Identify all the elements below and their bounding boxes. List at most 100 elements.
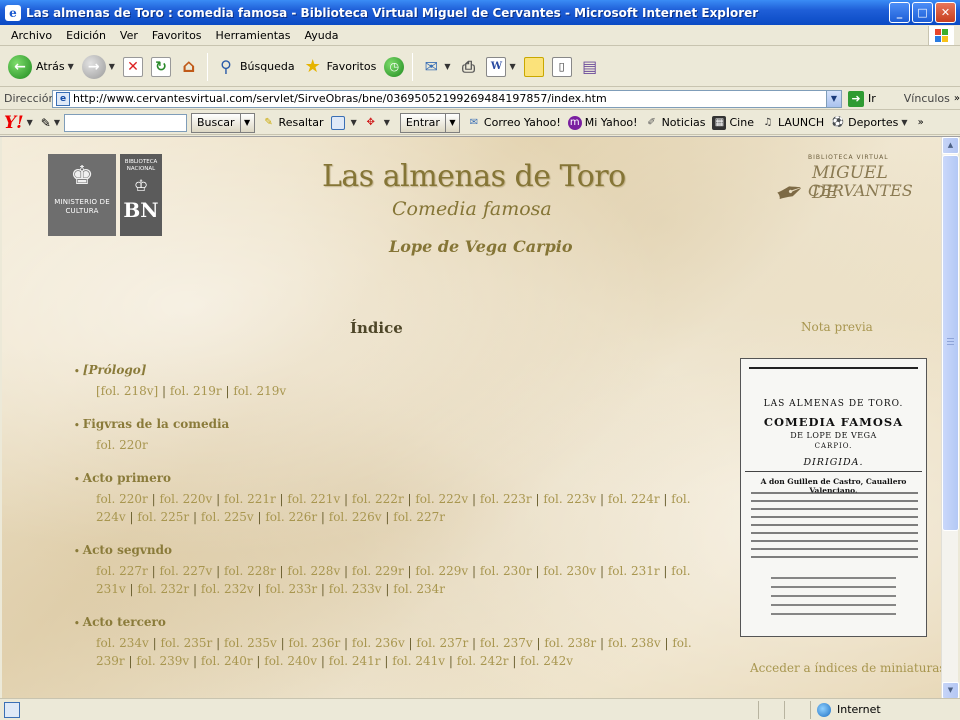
- folio-link[interactable]: fol. 237r: [416, 636, 468, 650]
- folio-link[interactable]: fol. 225v: [201, 510, 254, 524]
- search-button[interactable]: ⚲ Búsqueda: [212, 50, 299, 84]
- folio-link[interactable]: fol. 238v: [608, 636, 661, 650]
- back-button[interactable]: ← Atrás ▼: [4, 50, 78, 84]
- yahoo-menu-dropdown-icon[interactable]: ▼: [27, 118, 33, 127]
- folio-link[interactable]: fol. 222r: [352, 492, 404, 506]
- forward-dropdown-icon[interactable]: ▼: [109, 62, 115, 71]
- popup-button[interactable]: ✥ ▼: [364, 116, 390, 130]
- messenger-button[interactable]: ▯: [548, 50, 576, 84]
- cinema-link[interactable]: ▦ Cine: [712, 115, 754, 130]
- folio-link[interactable]: fol. 232v: [201, 582, 254, 596]
- folio-link[interactable]: fol. 220r: [96, 438, 148, 452]
- discuss-button[interactable]: [520, 50, 548, 84]
- folio-link[interactable]: fol. 235r: [161, 636, 213, 650]
- folio-link[interactable]: fol. 231r: [608, 564, 660, 578]
- folio-link[interactable]: fol. 229r: [352, 564, 404, 578]
- folio-link[interactable]: fol. 240v: [264, 654, 317, 668]
- folio-link[interactable]: fol. 224r: [608, 492, 660, 506]
- folio-link[interactable]: fol. 238r: [544, 636, 596, 650]
- folio-link[interactable]: fol. 223v: [543, 492, 596, 506]
- folio-link[interactable]: fol. 239v: [136, 654, 189, 668]
- pencil-dropdown-icon[interactable]: ▼: [54, 118, 60, 127]
- biblioteca-nacional-logo[interactable]: BIBLIOTECA NACIONAL ♔ BN: [120, 154, 162, 236]
- mail-button[interactable]: ✉ ▼: [417, 50, 454, 84]
- folio-link[interactable]: fol. 229v: [415, 564, 468, 578]
- close-button[interactable]: ✕: [935, 2, 956, 23]
- mail-dropdown-icon[interactable]: ▼: [444, 62, 450, 71]
- enter-dropdown-icon[interactable]: ▼: [445, 112, 460, 133]
- index-section-title[interactable]: • Acto primero: [74, 471, 704, 485]
- address-url[interactable]: http://www.cervantesvirtual.com/servlet/…: [73, 92, 826, 105]
- sports-link[interactable]: ⚽ Deportes ▼: [831, 116, 908, 130]
- ie-app-icon[interactable]: e: [5, 4, 21, 21]
- security-zone[interactable]: Internet: [810, 700, 960, 719]
- folio-link[interactable]: fol. 219v: [233, 384, 286, 398]
- minimize-button[interactable]: _: [889, 2, 910, 23]
- research-button[interactable]: ▤: [576, 50, 604, 84]
- links-chevron-icon[interactable]: »: [954, 93, 960, 104]
- favorites-button[interactable]: ★ Favoritos: [299, 50, 381, 84]
- ministerio-cultura-logo[interactable]: ♚ MINISTERIO DE CULTURA: [48, 154, 116, 236]
- enter-button[interactable]: Entrar: [399, 112, 446, 133]
- history-button[interactable]: ◷: [380, 50, 408, 84]
- edit-dropdown-icon[interactable]: ▼: [509, 62, 515, 71]
- folio-link[interactable]: fol. 228r: [224, 564, 276, 578]
- news-link[interactable]: ✐ Noticias: [645, 116, 705, 130]
- refresh-button[interactable]: ↻: [147, 50, 175, 84]
- folio-link[interactable]: fol. 228v: [287, 564, 340, 578]
- menu-archivo[interactable]: Archivo: [4, 29, 59, 42]
- yahoo-search-input[interactable]: [63, 113, 187, 132]
- index-section-title[interactable]: • Acto segvndo: [74, 543, 704, 557]
- edit-button[interactable]: W ▼: [482, 50, 519, 84]
- my-yahoo-link[interactable]: m Mi Yahoo!: [567, 115, 638, 130]
- address-dropdown-icon[interactable]: ▼: [826, 90, 841, 107]
- biblioteca-virtual-cervantes-logo[interactable]: ✒ BIBLIOTECA VIRTUAL MIGUEL DE CERVANTES: [770, 151, 913, 223]
- sports-dropdown-icon[interactable]: ▼: [901, 118, 907, 127]
- print-button[interactable]: ⎙: [454, 50, 482, 84]
- folio-link[interactable]: fol. 220v: [159, 492, 212, 506]
- yahoo-search-button[interactable]: Buscar: [190, 112, 241, 133]
- folio-link[interactable]: fol. 226r: [265, 510, 317, 524]
- folio-link[interactable]: fol. 221r: [224, 492, 276, 506]
- folio-link[interactable]: fol. 233v: [329, 582, 382, 596]
- folio-link[interactable]: fol. 241r: [329, 654, 381, 668]
- title-page-facsimile-image[interactable]: LAS ALMENAS DE TORO. COMEDIA FAMOSA DE L…: [740, 358, 927, 637]
- stop-button[interactable]: ✕: [119, 50, 147, 84]
- folio-link[interactable]: fol. 242r: [457, 654, 509, 668]
- folio-link[interactable]: fol. 227v: [159, 564, 212, 578]
- go-button[interactable]: ➜ Ir: [848, 90, 876, 107]
- home-button[interactable]: ⌂: [175, 50, 203, 84]
- folio-link[interactable]: fol. 230r: [480, 564, 532, 578]
- links-label[interactable]: Vínculos: [904, 92, 950, 105]
- layout-dropdown-icon[interactable]: ▼: [351, 118, 357, 127]
- yahoo-mail-link[interactable]: ✉ Correo Yahoo!: [467, 116, 561, 130]
- menu-edicion[interactable]: Edición: [59, 29, 113, 42]
- folio-link[interactable]: fol. 222v: [415, 492, 468, 506]
- menu-ayuda[interactable]: Ayuda: [297, 29, 345, 42]
- folio-link[interactable]: fol. 227r: [96, 564, 148, 578]
- folio-link[interactable]: fol. 237v: [480, 636, 533, 650]
- scroll-up-icon[interactable]: ▲: [942, 137, 959, 154]
- forward-button[interactable]: → ▼: [78, 50, 119, 84]
- nota-previa-link[interactable]: Nota previa: [801, 320, 873, 334]
- menu-ver[interactable]: Ver: [113, 29, 145, 42]
- launch-link[interactable]: ♫ LAUNCH: [761, 116, 824, 130]
- folio-link[interactable]: fol. 236v: [352, 636, 405, 650]
- yahoo-search-dropdown-icon[interactable]: ▼: [240, 112, 255, 133]
- menu-favoritos[interactable]: Favoritos: [145, 29, 209, 42]
- folio-link[interactable]: [fol. 218v]: [96, 384, 158, 398]
- back-dropdown-icon[interactable]: ▼: [68, 62, 74, 71]
- vertical-scrollbar[interactable]: ▲ ▼: [941, 137, 959, 698]
- pencil-icon[interactable]: ✎: [41, 116, 51, 130]
- yahoo-logo-icon[interactable]: Y!: [4, 113, 24, 133]
- title-bar[interactable]: e Las almenas de Toro : comedia famosa -…: [0, 0, 960, 25]
- scrollbar-thumb[interactable]: [942, 155, 959, 531]
- scroll-down-icon[interactable]: ▼: [942, 682, 959, 698]
- folio-link[interactable]: fol. 242v: [520, 654, 573, 668]
- index-section-title[interactable]: • Figvras de la comedia: [74, 417, 704, 431]
- folio-link[interactable]: fol. 221v: [287, 492, 340, 506]
- thumbnails-index-link[interactable]: Acceder a índices de miniaturas: [750, 661, 946, 675]
- index-section-title[interactable]: • Acto tercero: [74, 615, 704, 629]
- folio-link[interactable]: fol. 220r: [96, 492, 148, 506]
- layout-button[interactable]: ▼: [330, 115, 357, 130]
